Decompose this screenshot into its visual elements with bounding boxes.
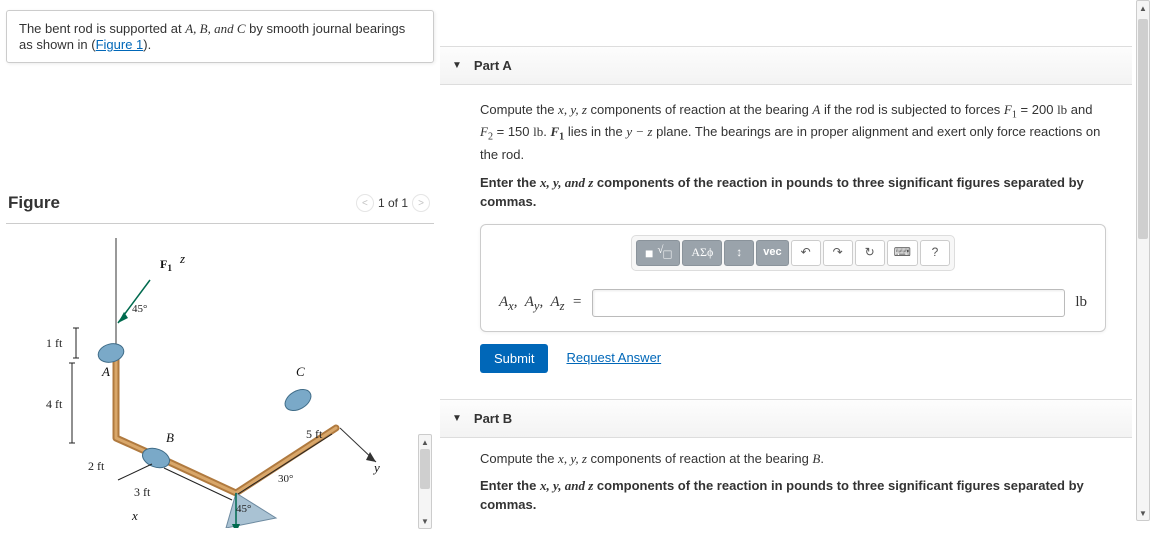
figure-prev-button[interactable]: < bbox=[356, 194, 374, 212]
problem-points: A, B, and C bbox=[185, 21, 245, 36]
label-C: C bbox=[296, 364, 305, 379]
problem-text-suffix: ). bbox=[143, 37, 151, 52]
label-F1: F1 bbox=[160, 257, 172, 274]
collapse-icon: ▼ bbox=[452, 60, 462, 71]
subsup-button[interactable]: ↕ bbox=[724, 240, 754, 266]
label-5ft: 5 ft bbox=[306, 427, 323, 441]
label-ang30: 30° bbox=[278, 473, 293, 485]
scroll-track[interactable] bbox=[419, 449, 431, 514]
label-ang45b: 45° bbox=[236, 503, 251, 515]
part-a-description: Compute the x, y, z components of reacti… bbox=[480, 101, 1106, 164]
part-b-title: Part B bbox=[474, 411, 512, 426]
part-b-header[interactable]: ▼ Part B bbox=[440, 399, 1132, 438]
answer-lhs: Ax, Ay, Az = bbox=[499, 292, 582, 315]
equation-toolbar: ■ √□ ΑΣϕ ↕ vec ↶ ↷ ↻ ⌨ ? bbox=[631, 235, 955, 271]
scroll-down-icon[interactable]: ▼ bbox=[421, 514, 429, 528]
figure-link[interactable]: Figure 1 bbox=[96, 37, 144, 52]
scroll-up-icon[interactable]: ▲ bbox=[421, 435, 429, 449]
part-b-description: Compute the x, y, z components of reacti… bbox=[480, 450, 1106, 469]
label-4ft: 4 ft bbox=[46, 397, 63, 411]
greek-button[interactable]: ΑΣϕ bbox=[682, 240, 722, 266]
label-B: B bbox=[166, 430, 174, 445]
figure-nav: < 1 of 1 > bbox=[356, 194, 430, 212]
figure-next-button[interactable]: > bbox=[412, 194, 430, 212]
label-y: y bbox=[372, 460, 380, 475]
help-button[interactable]: ? bbox=[920, 240, 950, 266]
answer-unit: lb bbox=[1075, 292, 1087, 314]
answer-panel: ■ √□ ΑΣϕ ↕ vec ↶ ↷ ↻ ⌨ ? Ax, Ay, Az = lb bbox=[480, 224, 1106, 332]
reset-button[interactable]: ↻ bbox=[855, 240, 885, 266]
figure-count: 1 of 1 bbox=[378, 196, 408, 210]
label-A: A bbox=[101, 364, 110, 379]
part-a-header[interactable]: ▼ Part A bbox=[440, 46, 1132, 85]
figure-header: Figure < 1 of 1 > bbox=[0, 193, 440, 219]
submit-button[interactable]: Submit bbox=[480, 344, 548, 373]
scroll-down-icon[interactable]: ▼ bbox=[1139, 506, 1147, 520]
part-b-body: Compute the x, y, z components of reacti… bbox=[440, 438, 1132, 527]
part-a-title: Part A bbox=[474, 58, 512, 73]
scroll-thumb[interactable] bbox=[1138, 19, 1148, 239]
label-3ft: 3 ft bbox=[134, 485, 151, 499]
label-ang45a: 45° bbox=[132, 303, 147, 315]
undo-button[interactable]: ↶ bbox=[791, 240, 821, 266]
page-scrollbar[interactable]: ▲ ▼ bbox=[1136, 0, 1150, 521]
actions-row: Submit Request Answer bbox=[480, 344, 1106, 373]
vec-button[interactable]: vec bbox=[756, 240, 788, 266]
figure-scrollbar[interactable]: ▲ ▼ bbox=[418, 434, 432, 529]
figure-area: F1 45° z 1 ft A 4 ft B 2 ft 3 ft x C 5 f… bbox=[6, 223, 434, 533]
templates-button[interactable]: ■ √□ bbox=[636, 240, 680, 266]
scroll-track[interactable] bbox=[1137, 15, 1149, 506]
part-a-body: Compute the x, y, z components of reacti… bbox=[440, 85, 1132, 385]
part-a-instruction: Enter the x, y, and z components of the … bbox=[480, 174, 1106, 212]
part-b-instruction: Enter the x, y, and z components of the … bbox=[480, 477, 1106, 515]
scroll-up-icon[interactable]: ▲ bbox=[1139, 1, 1147, 15]
request-answer-link[interactable]: Request Answer bbox=[566, 349, 661, 368]
label-x: x bbox=[131, 508, 138, 523]
label-z: z bbox=[179, 251, 185, 266]
figure-svg: F1 45° z 1 ft A 4 ft B 2 ft 3 ft x C 5 f… bbox=[16, 228, 416, 528]
redo-button[interactable]: ↷ bbox=[823, 240, 853, 266]
figure-title: Figure bbox=[8, 193, 60, 213]
answer-row: Ax, Ay, Az = lb bbox=[493, 289, 1093, 317]
scroll-thumb[interactable] bbox=[420, 449, 430, 489]
answer-input[interactable] bbox=[592, 289, 1065, 317]
label-2ft: 2 ft bbox=[88, 459, 105, 473]
problem-text: The bent rod is supported at bbox=[19, 21, 185, 36]
collapse-icon: ▼ bbox=[452, 413, 462, 424]
keyboard-button[interactable]: ⌨ bbox=[887, 240, 918, 266]
label-1ft: 1 ft bbox=[46, 336, 63, 350]
problem-statement: The bent rod is supported at A, B, and C… bbox=[6, 10, 434, 63]
